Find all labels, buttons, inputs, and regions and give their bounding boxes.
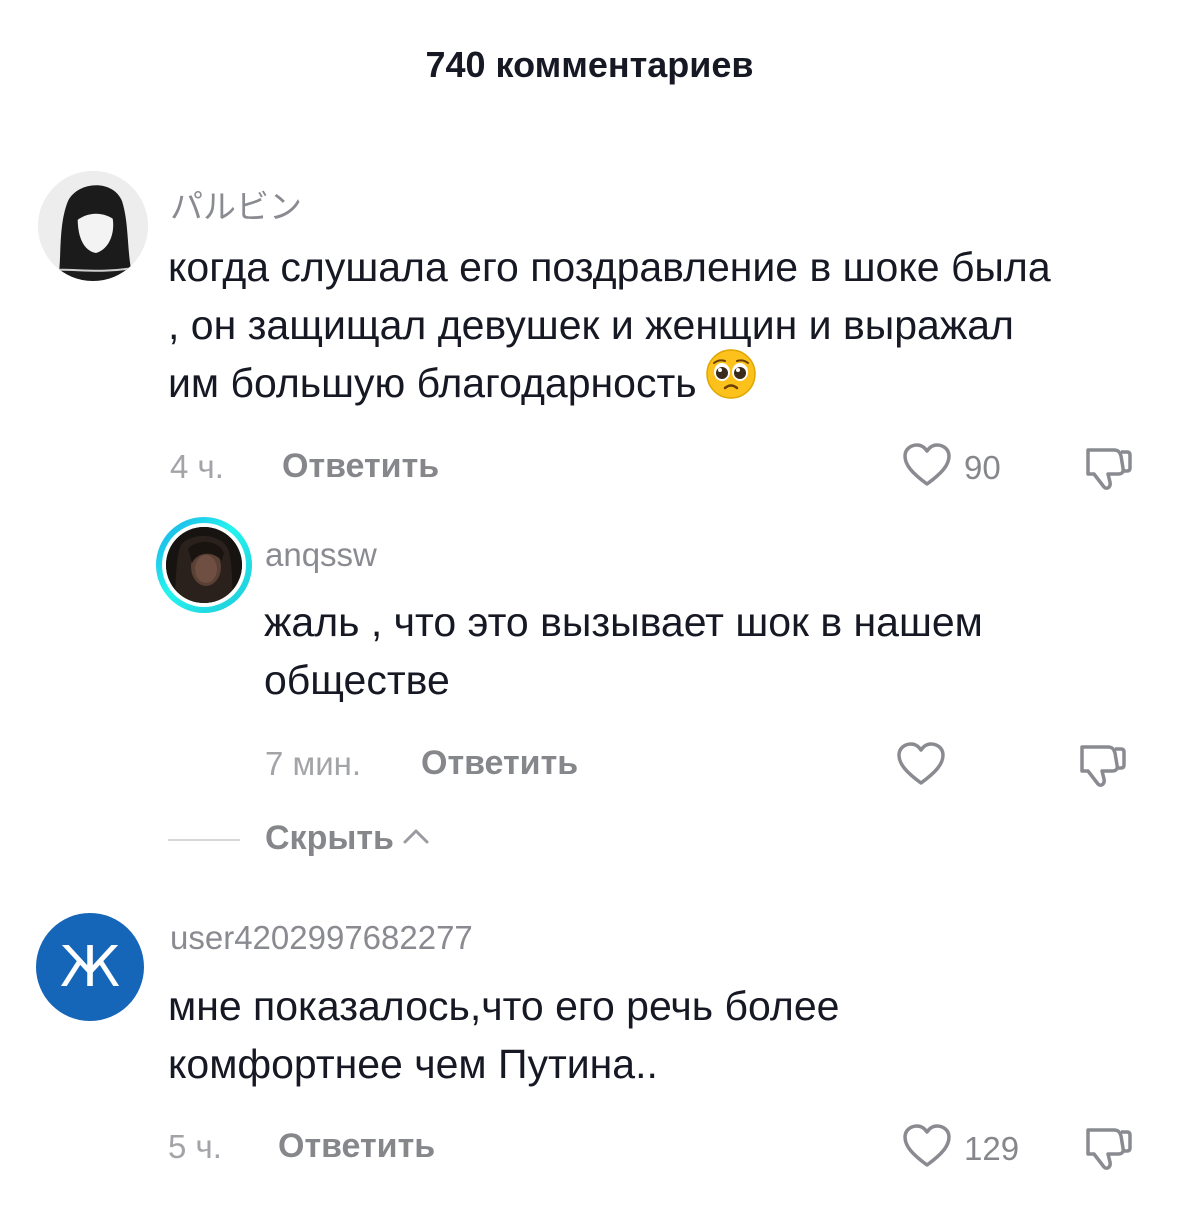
comment-text: когда слушала его поздравление в шоке бы… (168, 238, 1068, 415)
heart-icon (902, 1123, 952, 1174)
hide-replies-button[interactable]: Скрыть (265, 819, 430, 858)
like-button[interactable]: 90 (902, 442, 1001, 493)
comment-time: 5 ч. (168, 1128, 222, 1165)
like-count: 129 (964, 1129, 1020, 1167)
dislike-button[interactable] (1082, 444, 1132, 497)
dislike-icon (1076, 745, 1126, 793)
heart-icon (902, 442, 952, 493)
page-title: 740 комментариев (425, 44, 754, 85)
reply-time: 7 мин. (265, 745, 362, 782)
reply-text: жаль , что это вызывает шок в нашем обще… (264, 599, 983, 703)
hide-replies-label: Скрыть (265, 819, 394, 857)
dislike-button[interactable] (1076, 741, 1126, 794)
avatar-story-ring[interactable] (156, 517, 252, 613)
comment-text: мне показалось,что его речь более комфор… (168, 983, 840, 1087)
like-count: 90 (964, 448, 1001, 486)
like-button[interactable]: 129 (902, 1123, 1019, 1174)
avatar-border (162, 523, 246, 607)
comment-time: 4 ч. (170, 448, 224, 485)
heart-icon (896, 741, 946, 792)
dislike-icon (1082, 448, 1132, 496)
avatar-photo (38, 171, 148, 281)
comment-username[interactable]: パルビン (170, 180, 302, 228)
reply-username[interactable]: anqssw (265, 536, 377, 574)
chevron-up-icon (402, 827, 430, 850)
dislike-button[interactable] (1082, 1124, 1132, 1177)
comment-body: когда слушала его поздравление в шоке бы… (168, 244, 1051, 406)
comment-username[interactable]: user4202997682277 (170, 919, 473, 957)
avatar[interactable]: Ж (36, 913, 144, 1021)
pleading-face-emoji (705, 348, 757, 415)
reply-button[interactable]: Ответить (278, 1127, 435, 1166)
avatar-photo (166, 527, 242, 603)
avatar[interactable] (38, 171, 148, 281)
dislike-icon (1082, 1128, 1132, 1176)
reply-button[interactable]: Ответить (421, 744, 578, 783)
divider (168, 839, 240, 841)
reply-button[interactable]: Ответить (282, 447, 439, 486)
like-button[interactable] (896, 741, 958, 792)
avatar (166, 527, 242, 603)
